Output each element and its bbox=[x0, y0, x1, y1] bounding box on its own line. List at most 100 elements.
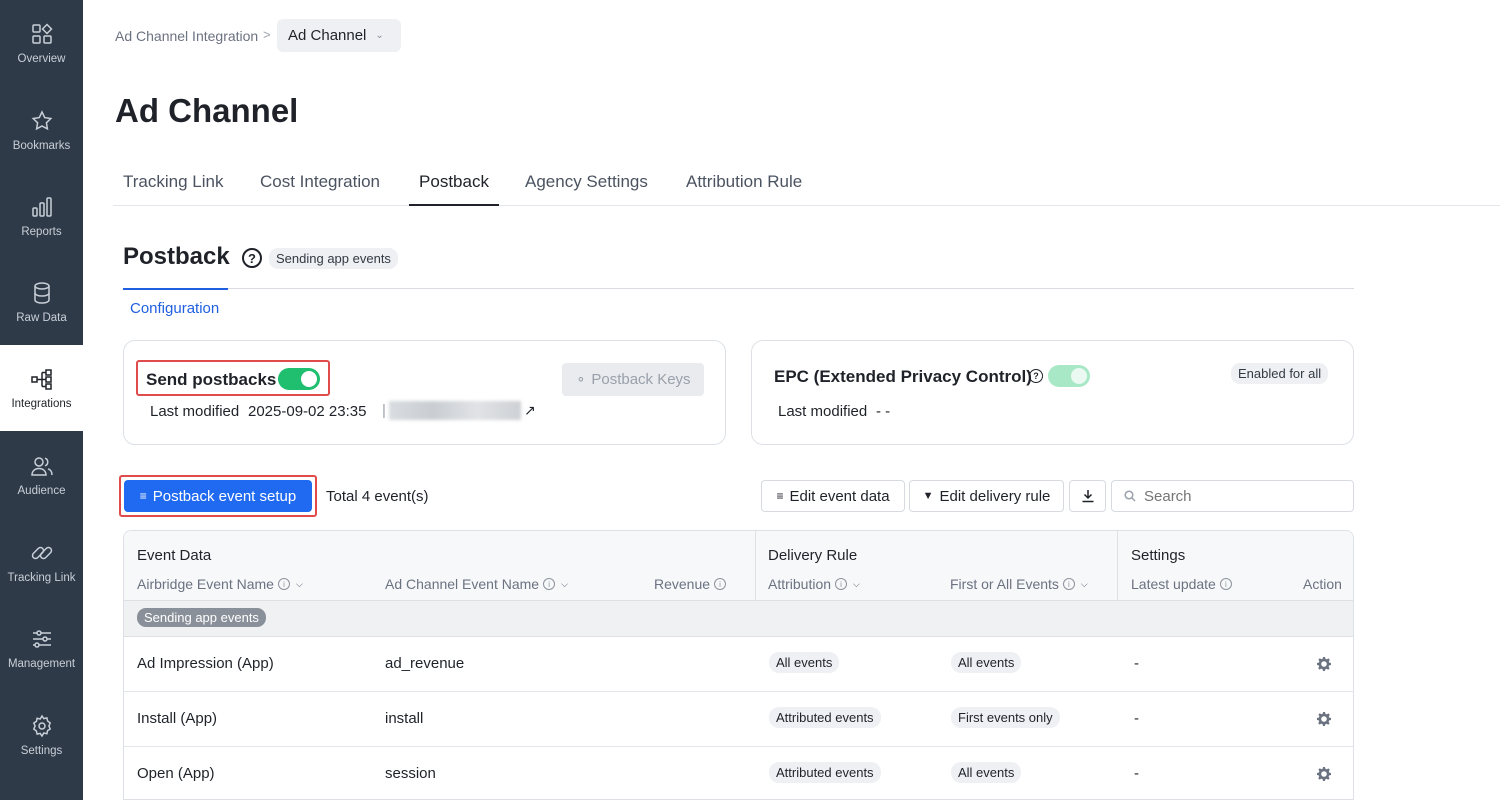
bar-chart-icon bbox=[31, 196, 52, 217]
column-header-airbridge-event[interactable]: Airbridge Event Name i ⌵ bbox=[137, 576, 303, 592]
group-header-event-data: Event Data bbox=[137, 547, 212, 564]
download-icon bbox=[1082, 490, 1093, 503]
column-header-attribution[interactable]: Attribution i ⌵ bbox=[768, 576, 860, 592]
search-input[interactable] bbox=[1144, 487, 1344, 505]
external-link-icon[interactable]: ↗ bbox=[524, 402, 536, 419]
edit-event-data-button[interactable]: ≡ Edit event data bbox=[761, 480, 905, 512]
send-postbacks-toggle[interactable] bbox=[278, 368, 320, 390]
grid-icon bbox=[31, 22, 53, 44]
subtab-indicator bbox=[123, 288, 228, 290]
sidebar-item-label: Settings bbox=[20, 744, 63, 757]
chevron-down-icon: ⌵ bbox=[853, 578, 860, 589]
edit-delivery-rule-button[interactable]: ▼ Edit delivery rule bbox=[909, 480, 1064, 512]
sidebar-item-label: Raw Data bbox=[16, 311, 67, 324]
table-row[interactable]: Open (App) session Attributed events All… bbox=[124, 747, 1353, 799]
attribution-pill: Attributed events bbox=[769, 762, 881, 783]
database-icon bbox=[33, 281, 50, 304]
chevron-down-icon: ⌵ bbox=[561, 578, 568, 589]
sidebar-item-reports[interactable]: Reports bbox=[0, 173, 83, 259]
column-header-revenue: Revenue i bbox=[654, 576, 727, 592]
send-postbacks-card: Send postbacks Last modified 2025-09-02 … bbox=[123, 340, 726, 445]
tab-attribution-rule[interactable]: Attribution Rule bbox=[686, 165, 802, 206]
section-title: Postback bbox=[123, 243, 230, 270]
sidebar-item-tracking-link[interactable]: Tracking Link bbox=[0, 519, 83, 605]
info-icon: i bbox=[543, 578, 556, 590]
postback-keys-button[interactable]: ⚬ Postback Keys bbox=[562, 363, 704, 396]
total-events: Total 4 event(s) bbox=[326, 488, 429, 505]
tab-agency-settings[interactable]: Agency Settings bbox=[525, 165, 648, 206]
sidebar-item-label: Integrations bbox=[11, 397, 72, 410]
sidebar-item-overview[interactable]: Overview bbox=[0, 0, 83, 86]
tab-cost-integration[interactable]: Cost Integration bbox=[260, 165, 380, 206]
postback-events-table: Event Data Delivery Rule Settings Airbri… bbox=[123, 530, 1354, 800]
section-badge: Sending app events bbox=[269, 248, 398, 269]
subtab-configuration[interactable]: Configuration bbox=[130, 300, 219, 317]
epc-card: EPC (Extended Privacy Control) ? Enabled… bbox=[751, 340, 1354, 445]
first-or-all-pill: All events bbox=[951, 652, 1022, 673]
epc-badge: Enabled for all bbox=[1231, 363, 1329, 384]
channel-event-name: session bbox=[385, 765, 436, 782]
last-modified-value: 2025-09-02 23:35 bbox=[248, 403, 367, 420]
key-icon: ⚬ bbox=[575, 371, 587, 387]
column-header-latest-update: Latest update i bbox=[1131, 576, 1232, 592]
sidebar-item-label: Tracking Link bbox=[7, 571, 76, 584]
last-modified-separator: | bbox=[382, 402, 386, 419]
breadcrumb-current-dropdown[interactable]: Ad Channel ⌄ bbox=[277, 19, 401, 52]
sidebar-item-raw-data[interactable]: Raw Data bbox=[0, 259, 83, 345]
download-button[interactable] bbox=[1069, 480, 1106, 512]
attribution-pill: Attributed events bbox=[769, 707, 881, 728]
info-icon: i bbox=[1219, 578, 1232, 590]
breadcrumb-current: Ad Channel bbox=[288, 27, 367, 44]
chevron-down-icon: ⌵ bbox=[1080, 578, 1088, 589]
epc-last-modified-value: - - bbox=[876, 403, 891, 420]
sidebar-item-settings[interactable]: Settings bbox=[0, 692, 83, 778]
sidebar-item-management[interactable]: Management bbox=[0, 605, 83, 691]
chevron-down-icon: ⌄ bbox=[375, 30, 384, 41]
help-icon[interactable]: ? bbox=[1029, 369, 1043, 383]
first-or-all-pill: All events bbox=[951, 762, 1022, 783]
sidebar-item-integrations[interactable]: Integrations bbox=[0, 345, 83, 431]
epc-toggle[interactable] bbox=[1048, 365, 1090, 387]
column-header-channel-event[interactable]: Ad Channel Event Name i ⌵ bbox=[385, 576, 568, 592]
gear-icon[interactable] bbox=[1316, 656, 1332, 672]
link-icon bbox=[31, 546, 52, 559]
postback-event-setup-button[interactable]: ≡ Postback event setup bbox=[124, 480, 312, 512]
gear-icon[interactable] bbox=[1316, 711, 1332, 727]
table-row[interactable]: Ad Impression (App) ad_revenue All event… bbox=[124, 637, 1353, 692]
column-header-action: Action bbox=[1303, 576, 1342, 592]
attribution-pill: All events bbox=[769, 652, 840, 673]
help-icon[interactable]: ? bbox=[242, 248, 262, 268]
epc-label: EPC (Extended Privacy Control) bbox=[774, 367, 1032, 386]
gear-icon[interactable] bbox=[1316, 766, 1332, 782]
last-modified-label: Last modified bbox=[150, 403, 240, 420]
group-header-settings: Settings bbox=[1131, 547, 1186, 564]
column-divider bbox=[1117, 531, 1118, 601]
info-icon: i bbox=[277, 578, 290, 590]
tab-bar: Tracking Link Cost Integration Postback … bbox=[113, 165, 1500, 206]
table-header: Event Data Delivery Rule Settings Airbri… bbox=[124, 531, 1353, 601]
epc-last-modified-label: Last modified bbox=[778, 403, 868, 420]
sidebar-item-audience[interactable]: Audience bbox=[0, 432, 83, 518]
table-row[interactable]: Install (App) install Attributed events … bbox=[124, 692, 1353, 747]
column-header-first-or-all[interactable]: First or All Events i ⌵ bbox=[950, 576, 1088, 592]
breadcrumb-separator: > bbox=[263, 27, 271, 42]
subtab-bar bbox=[123, 288, 1354, 290]
tab-postback[interactable]: Postback bbox=[409, 165, 499, 206]
breadcrumb-parent[interactable]: Ad Channel Integration bbox=[115, 28, 258, 44]
gear-icon bbox=[32, 714, 51, 737]
sidebar: Overview Bookmarks Reports Raw Data Inte… bbox=[0, 0, 83, 800]
latest-update: - bbox=[1134, 765, 1139, 782]
sliders-icon: ≡ bbox=[139, 489, 147, 503]
send-postbacks-label: Send postbacks bbox=[146, 370, 277, 389]
list-check-icon: ≡ bbox=[776, 489, 784, 503]
info-icon: i bbox=[1062, 578, 1075, 590]
sidebar-item-bookmarks[interactable]: Bookmarks bbox=[0, 87, 83, 173]
event-name: Install (App) bbox=[137, 710, 218, 727]
tab-tracking-link[interactable]: Tracking Link bbox=[123, 165, 223, 206]
page-title: Ad Channel bbox=[115, 92, 299, 129]
sidebar-item-label: Bookmarks bbox=[12, 139, 71, 152]
latest-update: - bbox=[1134, 655, 1139, 672]
star-icon bbox=[31, 109, 52, 130]
sidebar-item-label: Reports bbox=[21, 225, 62, 238]
search-box bbox=[1111, 480, 1354, 512]
